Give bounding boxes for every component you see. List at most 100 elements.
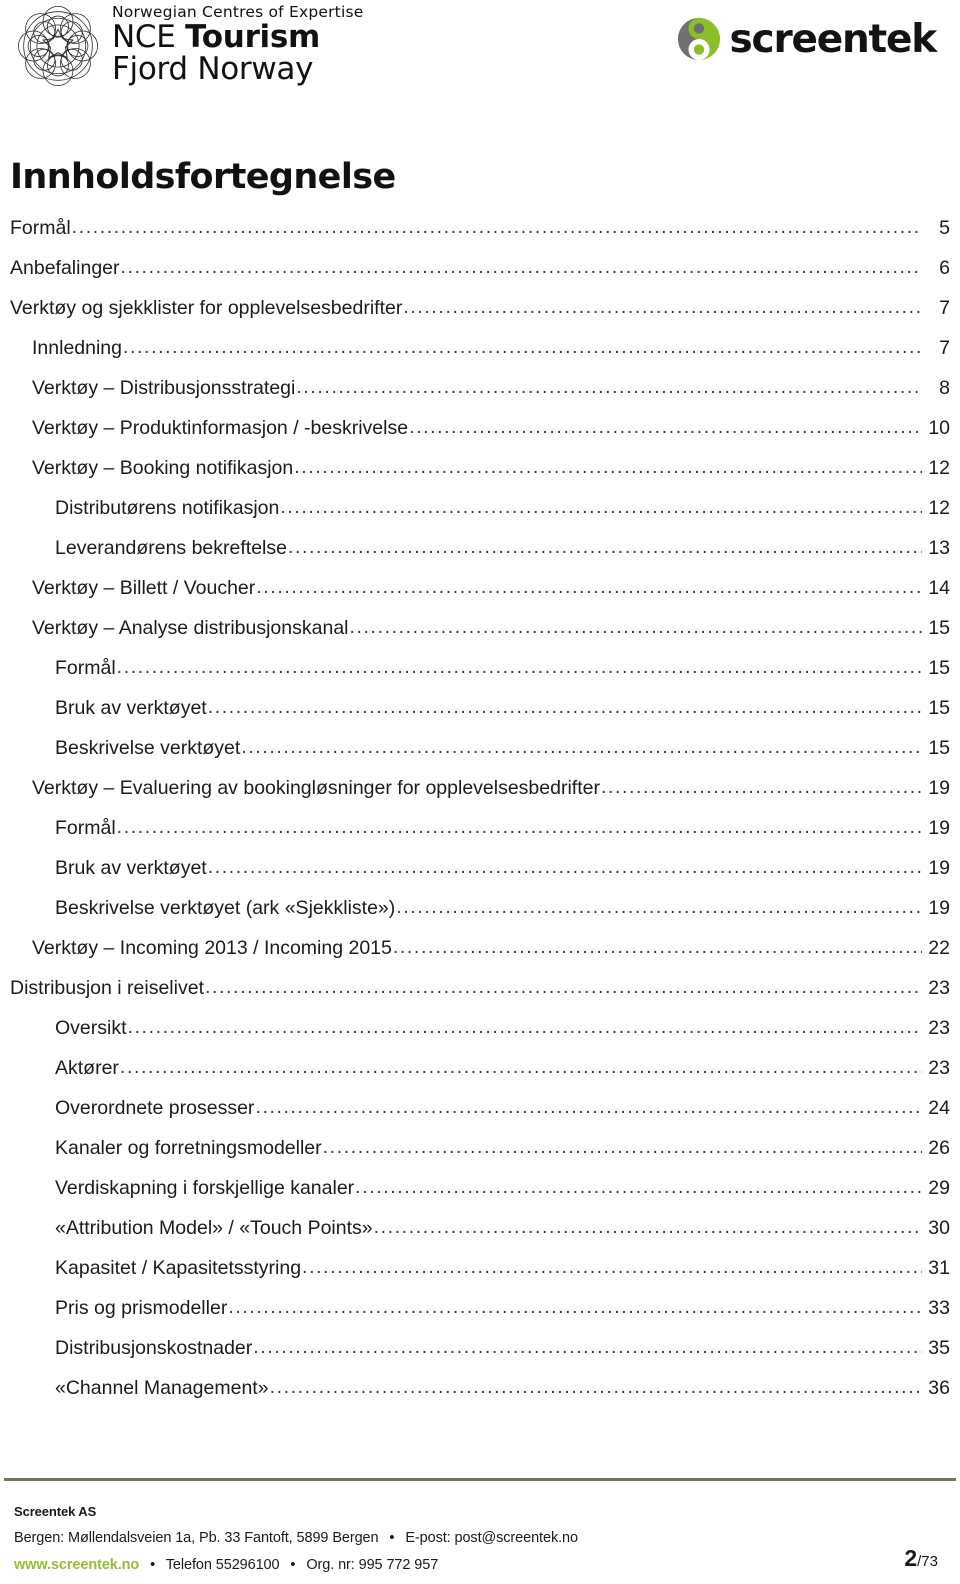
page-footer: Screentek AS Bergen: Møllendalsveien 1a,… [0,1476,960,1584]
page-number-indicator: 2/73 [904,1545,938,1572]
nce-abbrev: NCE [112,19,186,56]
toc-entry[interactable]: Oversikt................................… [10,1016,950,1059]
toc-entry-label: Anbefalinger [10,256,120,279]
toc-entry-page-number: 35 [928,1336,950,1359]
toc-dot-leader: ........................................… [296,377,922,397]
nce-title-line1: NCE Tourism [112,21,363,53]
toc-entry-page-number: 26 [928,1136,950,1159]
toc-entry-page-number: 31 [928,1256,950,1279]
toc-dot-leader: ........................................… [409,417,922,437]
toc-entry[interactable]: Verktøy – Distribusjonsstrategi.........… [10,376,950,419]
toc-entry-page-number: 5 [939,216,950,239]
toc-entry[interactable]: Verktøy – Billett / Voucher.............… [10,578,950,619]
toc-dot-leader: ........................................… [255,1097,922,1117]
toc-entry-page-number: 19 [928,776,950,799]
toc-entry-label: Distributørens notifikasjon [55,496,280,519]
toc-dot-leader: ........................................… [403,297,922,317]
screentek-wordmark: screentek [729,16,938,62]
toc-entry-label: Oversikt [55,1016,127,1039]
toc-entry[interactable]: Verktøy – Analyse distribusjonskanal....… [10,616,950,659]
toc-entry[interactable]: Formål..................................… [10,216,950,259]
toc-entry[interactable]: Formål..................................… [10,656,950,699]
toc-entry-page-number: 19 [928,816,950,839]
toc-entry[interactable]: Distribusjon i reiselivet...............… [10,976,950,1019]
nce-title-line2: Fjord Norway [112,51,314,88]
toc-dot-leader: ........................................… [322,1137,922,1157]
toc-entry[interactable]: Verktøy – Incoming 2013 / Incoming 2015.… [10,936,950,979]
toc-entry-page-number: 15 [928,616,950,639]
toc-dot-leader: ........................................… [207,697,922,717]
toc-entry-label: Beskrivelse verktøyet [55,736,241,759]
toc-entry-label: Overordnete prosesser [55,1096,255,1119]
toc-entry[interactable]: Pris og prismodeller....................… [10,1298,950,1339]
toc-dot-leader: ........................................… [349,617,923,637]
table-of-contents: Innholdsfortegnelse Formål..............… [10,158,950,1419]
toc-dot-leader: ........................................… [116,657,922,677]
toc-entry-label: Verktøy – Incoming 2013 / Incoming 2015 [32,936,392,959]
toc-entry[interactable]: Distribusjonskostnader..................… [10,1336,950,1379]
toc-entry-page-number: 7 [939,336,950,359]
toc-entry-label: Verktøy – Distribusjonsstrategi [32,376,296,399]
toc-entry[interactable]: Kapasitet / Kapasitetsstyring...........… [10,1256,950,1299]
footer-website-link[interactable]: www.screentek.no [14,1557,139,1573]
toc-entry-page-number: 15 [928,696,950,719]
footer-divider [4,1478,956,1481]
page-header: Norwegian Centres of Expertise NCE Touri… [0,0,960,100]
toc-entry[interactable]: Overordnete prosesser...................… [10,1096,950,1139]
footer-company-name: Screentek AS [14,1504,97,1519]
nce-tourism-fjord-norway-logo: Norwegian Centres of Expertise NCE Touri… [12,2,363,90]
toc-entry-label: Verktøy – Analyse distribusjonskanal [32,616,349,639]
toc-entry[interactable]: Verktøy – Booking notifikasjon..........… [10,456,950,499]
toc-entry-label: Distribusjon i reiselivet [10,976,204,999]
toc-entry[interactable]: Verktøy – Evaluering av bookingløsninger… [10,776,950,819]
toc-dot-leader: ........................................… [119,1057,922,1077]
toc-entry-label: «Attribution Model» / «Touch Points» [55,1216,373,1239]
toc-entry[interactable]: Leverandørens bekreftelse...............… [10,538,950,579]
toc-dot-leader: ........................................… [392,937,922,957]
toc-entry[interactable]: Verktøy – Produktinformasjon / -beskrive… [10,416,950,459]
toc-entry[interactable]: «Attribution Model» / «Touch Points»....… [10,1216,950,1259]
toc-dot-leader: ........................................… [204,977,922,997]
toc-entry-page-number: 12 [928,456,950,479]
total-page-count: /73 [917,1553,938,1570]
toc-dot-leader: ........................................… [116,817,922,837]
toc-entry[interactable]: Aktører.................................… [10,1056,950,1099]
toc-entry-label: Bruk av verktøyet [55,856,207,879]
toc-entry-page-number: 22 [928,936,950,959]
toc-entry-page-number: 6 [939,256,950,279]
toc-entry[interactable]: «Channel Management»....................… [10,1376,950,1419]
nce-mandala-mark [18,6,98,86]
toc-dot-leader: ........................................… [302,1257,922,1277]
toc-entry[interactable]: Distributørens notifikasjon.............… [10,496,950,539]
toc-entry-page-number: 8 [939,376,950,399]
toc-entry[interactable]: Verktøy og sjekklister for opplevelsesbe… [10,296,950,339]
toc-entry-page-number: 15 [928,736,950,759]
toc-entry[interactable]: Beskrivelse verktøyet (ark «Sjekkliste»)… [10,898,950,939]
footer-bullet-separator-1: • [389,1529,395,1546]
toc-entry-list: Formål..................................… [10,216,950,1419]
toc-entry-label: Aktører [55,1056,119,1079]
page-title: Innholdsfortegnelse [10,157,396,197]
current-page-number: 2 [904,1545,918,1571]
toc-entry-label: Formål [55,816,116,839]
footer-email[interactable]: E-post: post@screentek.no [405,1530,578,1546]
toc-entry-label: Verktøy – Produktinformasjon / -beskrive… [32,416,409,439]
footer-address: Bergen: Møllendalsveien 1a, Pb. 33 Fanto… [14,1529,379,1546]
toc-entry[interactable]: Bruk av verktøyet.......................… [10,856,950,899]
footer-contact-block: Screentek AS Bergen: Møllendalsveien 1a,… [14,1500,578,1578]
toc-entry[interactable]: Formål..................................… [10,816,950,859]
toc-entry-label: Bruk av verktøyet [55,696,207,719]
toc-entry[interactable]: Beskrivelse verktøyet...................… [10,736,950,779]
toc-entry[interactable]: Bruk av verktøyet.......................… [10,696,950,739]
toc-entry-label: «Channel Management» [55,1376,269,1399]
toc-entry-page-number: 19 [928,856,950,879]
nce-tourism-word: Tourism [185,19,321,56]
toc-entry-page-number: 15 [928,656,950,679]
toc-entry-label: Verktøy og sjekklister for opplevelsesbe… [10,296,403,319]
toc-entry[interactable]: Verdiskapning i forskjellige kanaler....… [10,1178,950,1219]
toc-entry-label: Verktøy – Evaluering av bookingløsninger… [32,776,600,799]
toc-entry[interactable]: Kanaler og forretningsmodeller..........… [10,1136,950,1179]
toc-entry[interactable]: Innledning..............................… [10,336,950,379]
toc-dot-leader: ........................................… [207,857,922,877]
toc-entry[interactable]: Anbefalinger............................… [10,256,950,299]
